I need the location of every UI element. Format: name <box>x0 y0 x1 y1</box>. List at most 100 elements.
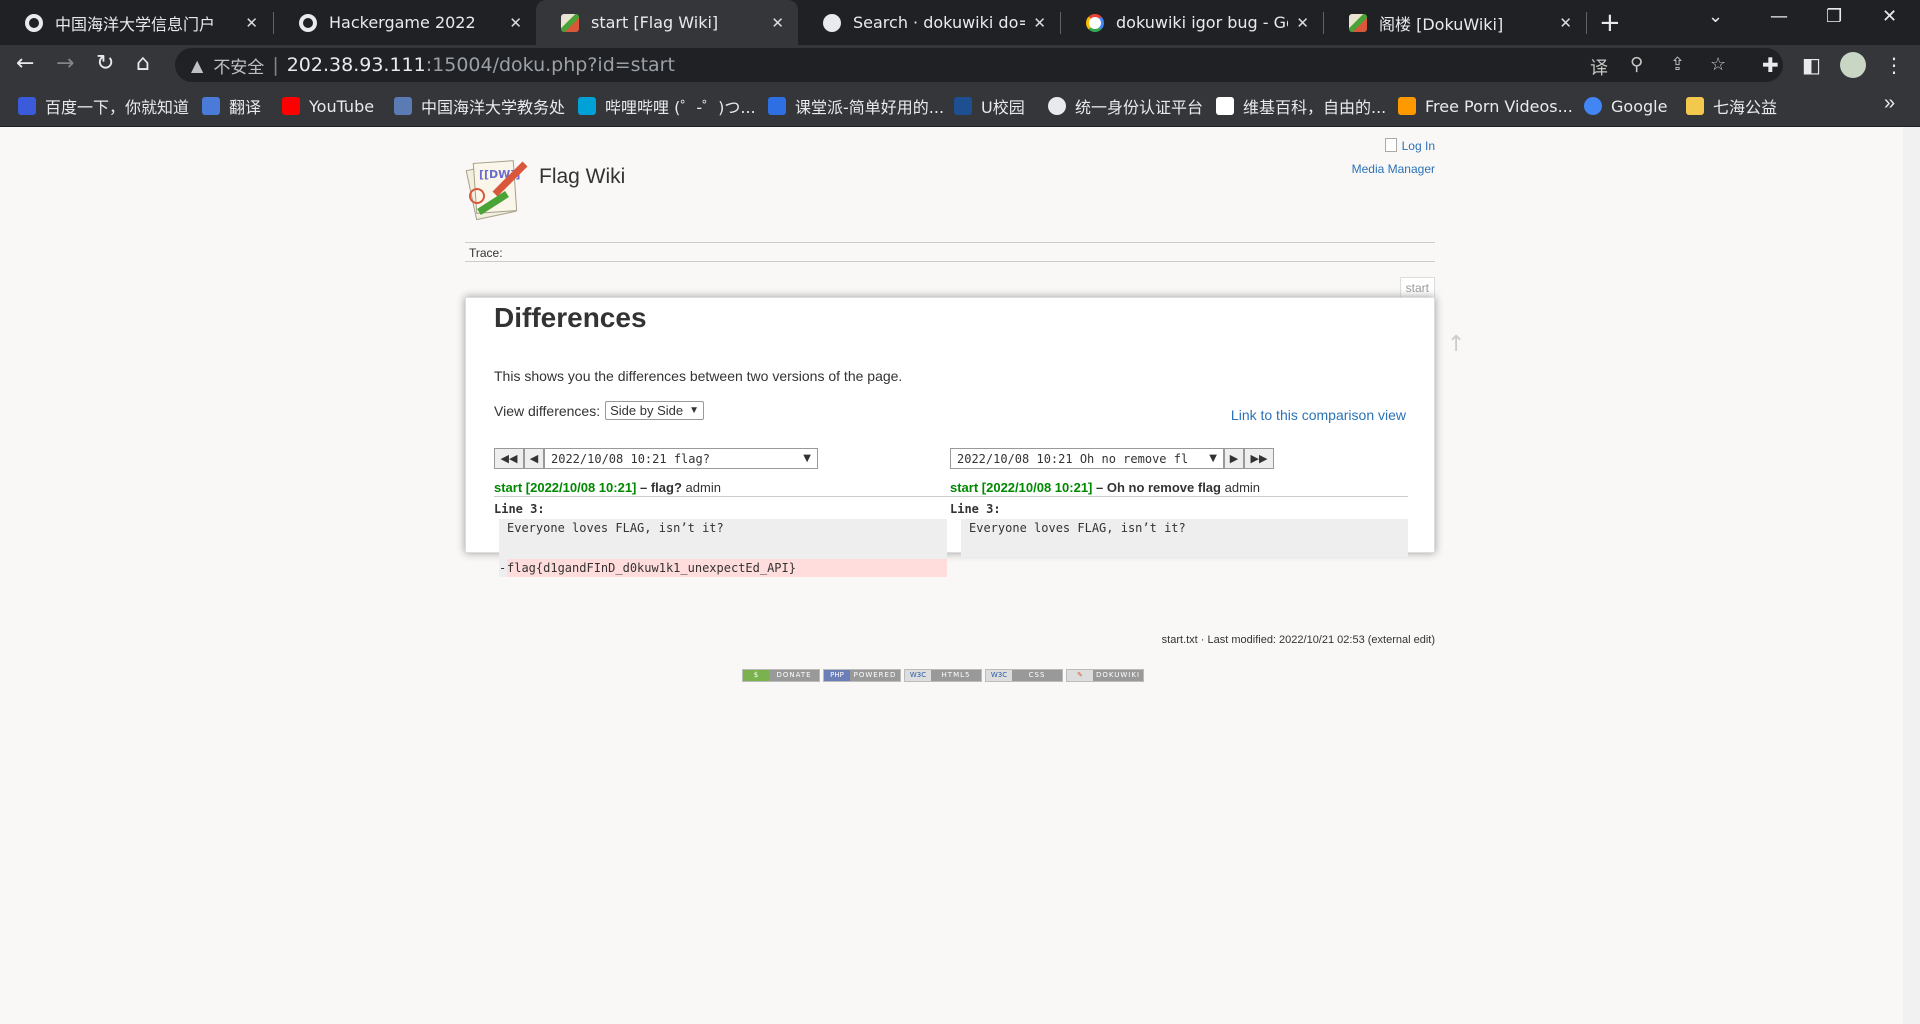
close-icon[interactable]: ✕ <box>1559 14 1572 32</box>
new-tab-button[interactable]: + <box>1599 8 1621 38</box>
previous-revision-button[interactable]: ◀ <box>524 448 544 469</box>
left-line-number: Line 3: <box>494 502 545 516</box>
dokuwiki-badge[interactable]: ✎ DOKUWIKI <box>1066 669 1144 682</box>
php-badge[interactable]: PHP POWERED <box>823 669 901 682</box>
tab-github-search[interactable]: Search · dokuwiki do=diff ✕ <box>798 0 1060 45</box>
bookmark-ucampus[interactable]: U校园 <box>954 95 1025 117</box>
google-icon <box>1086 13 1104 32</box>
forward-button[interactable]: → <box>56 51 74 76</box>
tab-flag-wiki[interactable]: start [Flag Wiki] ✕ <box>536 0 798 45</box>
chevron-down-icon: ▼ <box>1209 453 1217 464</box>
close-icon[interactable]: ✕ <box>1033 14 1046 32</box>
dokuwiki-logo[interactable]: [[DW]] <box>465 154 533 222</box>
right-revision-link[interactable]: start [2022/10/08 10:21] <box>950 480 1092 495</box>
breadcrumb-trace: Trace: <box>465 242 1435 262</box>
globe-icon <box>299 13 317 32</box>
translate-icon[interactable]: 译 <box>1590 54 1608 80</box>
address-bar[interactable]: ▲ 不安全 | 202.38.93.111 :15004/doku.php?id… <box>175 48 1783 82</box>
php-icon: PHP <box>824 670 850 681</box>
bookmarks-bar: 百度一下，你就知道 翻译 YouTube 中国海洋大学教务处 哔哩哔哩 (゜-゜… <box>0 86 1920 127</box>
warning-icon[interactable]: ▲ <box>191 56 203 75</box>
side-panel-icon[interactable]: ◧ <box>1802 53 1821 77</box>
page-content: Differences This shows you the differenc… <box>465 297 1435 577</box>
tab-title: dokuwiki igor bug - Google <box>1116 13 1288 32</box>
profile-avatar[interactable] <box>1840 52 1866 78</box>
bookmark-label: Google <box>1611 96 1668 116</box>
address-host: 202.38.93.111 <box>286 54 426 76</box>
badge-label: POWERED <box>850 670 900 681</box>
diff-type-select[interactable]: Side by Side ▼ <box>605 401 705 420</box>
menu-icon[interactable]: ⋮ <box>1884 53 1904 77</box>
bookmark-youtube[interactable]: YouTube <box>282 95 374 117</box>
close-window-button[interactable]: ✕ <box>1882 6 1897 27</box>
bilibili-icon <box>578 97 596 115</box>
left-revision-link[interactable]: start [2022/10/08 10:21] <box>494 480 636 495</box>
first-revision-button[interactable]: ◀◀ <box>494 448 524 469</box>
back-button[interactable]: ← <box>16 51 34 76</box>
ucampus-icon <box>954 97 972 115</box>
bookmark-label: U校园 <box>981 98 1025 117</box>
bookmark-label: YouTube <box>309 96 375 116</box>
html5-badge[interactable]: W3C HTML5 <box>904 669 982 682</box>
css-badge[interactable]: W3C CSS <box>985 669 1063 682</box>
next-revision-button[interactable]: ▶ <box>1224 448 1244 469</box>
home-button[interactable]: ⌂ <box>136 51 150 76</box>
media-manager-link[interactable]: Media Manager <box>1352 162 1435 176</box>
google-icon <box>1584 97 1602 115</box>
page-description: This shows you the differences between t… <box>494 368 903 384</box>
share-icon[interactable]: ⇪ <box>1670 54 1685 75</box>
globe-icon <box>1048 97 1066 115</box>
bookmark-bilibili[interactable]: 哔哩哔哩 (゜-゜)つ... <box>578 95 756 117</box>
restore-button[interactable]: ❐ <box>1826 6 1842 27</box>
comparison-link[interactable]: Link to this comparison view <box>1231 407 1406 423</box>
youtube-icon <box>282 97 300 115</box>
left-revision-header: start [2022/10/08 10:21] – flag? admin <box>494 480 721 495</box>
bookmark-qihai[interactable]: 七海公益 <box>1686 95 1777 117</box>
zoom-icon[interactable]: ⚲ <box>1630 54 1643 75</box>
tab-separator <box>1586 12 1587 34</box>
tab-google-search[interactable]: dokuwiki igor bug - Google ✕ <box>1061 0 1323 45</box>
right-line-number: Line 3: <box>950 502 1001 516</box>
login-link[interactable]: Log In <box>1384 138 1435 153</box>
bookmark-ouc-jwc[interactable]: 中国海洋大学教务处 <box>394 95 565 117</box>
page-viewport: [[DW]] Flag Wiki Log In Media Manager Tr… <box>0 127 1903 1024</box>
ph-icon <box>1398 97 1416 115</box>
tab-dokuwiki[interactable]: 阁楼 [DokuWiki] ✕ <box>1324 0 1586 45</box>
reload-button[interactable]: ↻ <box>96 51 114 76</box>
bookmark-google[interactable]: Google <box>1584 95 1667 117</box>
donate-badge[interactable]: $ DONATE <box>742 669 820 682</box>
close-icon[interactable]: ✕ <box>1296 14 1309 32</box>
bookmark-label: 中国海洋大学教务处 <box>421 98 566 117</box>
right-revision-select[interactable]: 2022/10/08 10:21 Oh no remove fl ▼ <box>950 448 1224 469</box>
right-revision-user: admin <box>1224 480 1261 495</box>
back-to-top-icon[interactable]: ↑ <box>1447 332 1465 357</box>
bookmark-free-porn-videos[interactable]: Free Porn Videos... <box>1398 95 1573 117</box>
right-revision-header: start [2022/10/08 10:21] – Oh no remove … <box>950 480 1260 495</box>
w3c-icon: W3C <box>986 670 1012 681</box>
close-icon[interactable]: ✕ <box>245 14 258 32</box>
tab-portal[interactable]: 中国海洋大学信息门户 ✕ <box>0 0 272 45</box>
minimize-button[interactable]: — <box>1770 6 1788 27</box>
extensions-icon[interactable]: ✚ <box>1762 53 1779 77</box>
bookmark-translate[interactable]: 翻译 <box>202 95 261 117</box>
scrollbar[interactable] <box>1903 127 1920 1024</box>
bookmark-baidu[interactable]: 百度一下，你就知道 <box>18 95 189 117</box>
address-path: :15004/doku.php?id=start <box>425 54 675 76</box>
close-icon[interactable]: ✕ <box>771 14 784 32</box>
bookmark-auth[interactable]: 统一身份认证平台 <box>1048 95 1203 117</box>
tab-hackergame[interactable]: Hackergame 2022 ✕ <box>274 0 536 45</box>
bookmark-star-icon[interactable]: ☆ <box>1710 54 1726 75</box>
deleted-line: flag{d1gandFInD_d0kuw1k1_unexpectEd_API} <box>507 559 947 577</box>
doc-info: start.txt · Last modified: 2022/10/21 02… <box>1161 634 1435 646</box>
tab-search-icon[interactable]: ⌄ <box>1708 6 1723 27</box>
last-revision-button[interactable]: ▶▶ <box>1244 448 1274 469</box>
security-label[interactable]: 不安全 <box>213 53 264 78</box>
address-divider: | <box>272 54 279 76</box>
left-revision-select[interactable]: 2022/10/08 10:21 flag? ▼ <box>544 448 818 469</box>
site-title[interactable]: Flag Wiki <box>539 165 625 189</box>
more-bookmarks-icon[interactable]: » <box>1884 92 1895 115</box>
bookmark-ketangpai[interactable]: 课堂派-简单好用的... <box>768 95 944 117</box>
close-icon[interactable]: ✕ <box>509 14 522 32</box>
translate-icon <box>202 97 220 115</box>
bookmark-wikipedia[interactable]: 维基百科，自由的... <box>1216 95 1386 117</box>
